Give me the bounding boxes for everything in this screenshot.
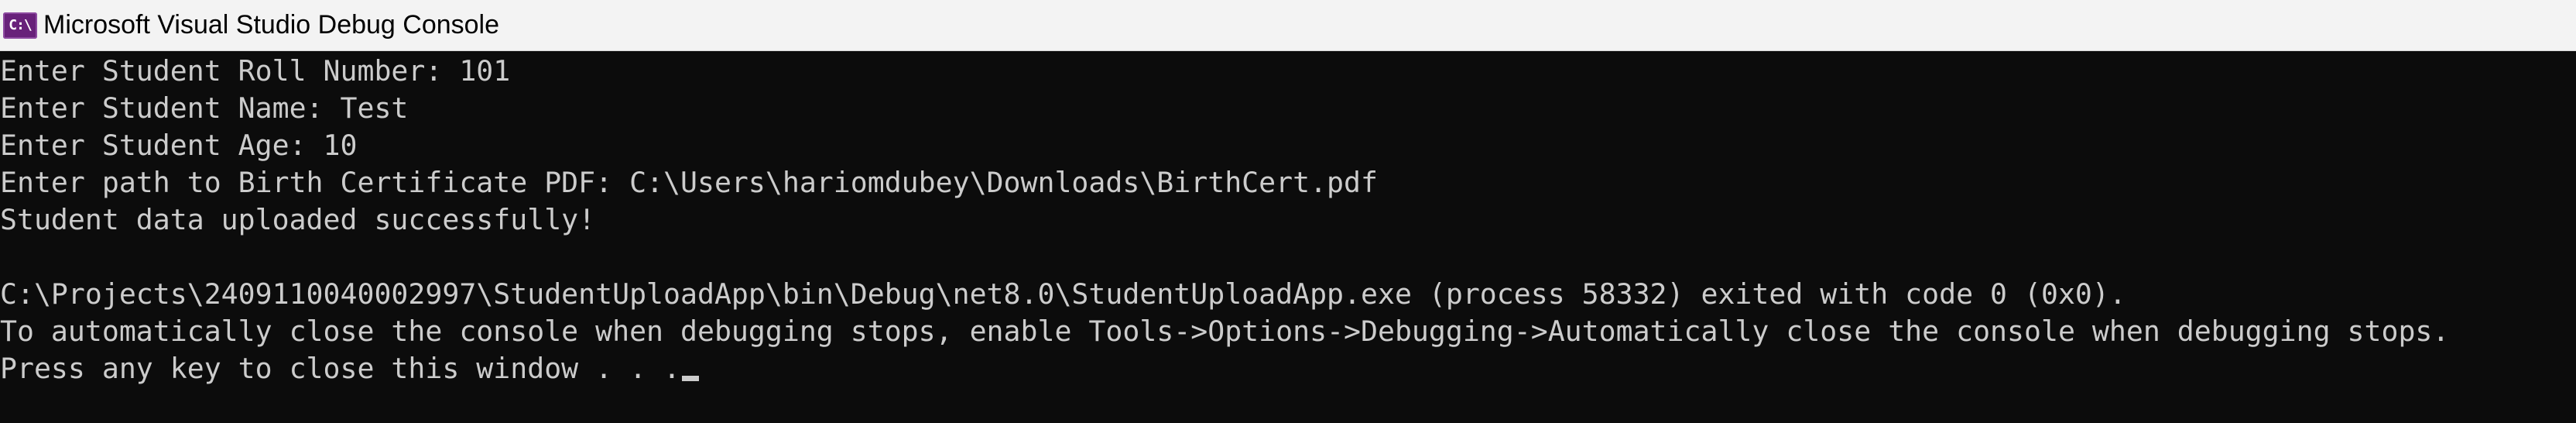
debug-console-window: C:\ Microsoft Visual Studio Debug Consol… xyxy=(0,0,2576,423)
console-line-student-name: Enter Student Name: Test xyxy=(0,91,409,125)
console-line-process-exit: C:\Projects\2409110040002997\StudentUplo… xyxy=(0,277,2126,311)
console-line-roll-number: Enter Student Roll Number: 101 xyxy=(0,54,511,88)
app-icon-label: C:\ xyxy=(9,17,32,33)
title-bar[interactable]: C:\ Microsoft Visual Studio Debug Consol… xyxy=(0,0,2576,51)
console-line-press-any-key-row: Press any key to close this window . . . xyxy=(0,350,2576,387)
console-line-upload-success: Student data uploaded successfully! xyxy=(0,203,596,236)
visual-studio-console-icon: C:\ xyxy=(3,12,37,39)
text-cursor-icon xyxy=(682,376,699,381)
window-title: Microsoft Visual Studio Debug Console xyxy=(43,10,500,40)
console-line-blank xyxy=(0,239,2576,276)
console-output[interactable]: Enter Student Roll Number: 101 Enter Stu… xyxy=(0,51,2576,423)
console-line-press-any-key: Press any key to close this window . . . xyxy=(0,352,680,385)
console-line-student-age: Enter Student Age: 10 xyxy=(0,129,358,162)
console-line-pdf-path: Enter path to Birth Certificate PDF: C:\… xyxy=(0,166,1378,199)
console-line-auto-close-hint: To automatically close the console when … xyxy=(0,315,2450,348)
